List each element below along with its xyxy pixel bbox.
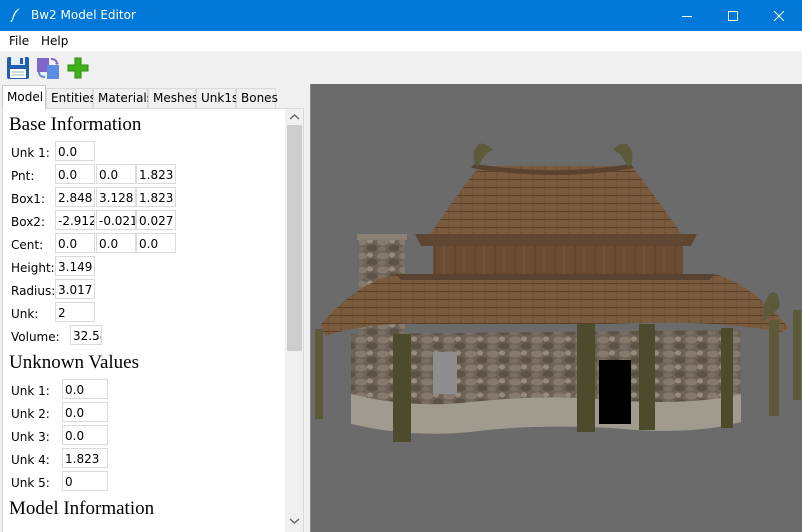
- tab-bones[interactable]: Bones: [236, 88, 278, 108]
- window-title: Bw2 Model Editor: [31, 8, 136, 22]
- menu-bar: File Help: [0, 31, 802, 51]
- model-properties-panel: Base Information Unk 1: 0.0 Pnt: 0.0 0.0…: [2, 108, 304, 532]
- unknown-unk2-field[interactable]: 0.0: [62, 402, 108, 422]
- title-bar: Bw2 Model Editor: [0, 0, 802, 31]
- box1-z-field[interactable]: 1.823: [136, 187, 176, 207]
- maximize-icon: [728, 10, 738, 21]
- save-icon[interactable]: [6, 56, 30, 80]
- unknown-unk5-field[interactable]: 0: [62, 471, 108, 491]
- pnt-z-field[interactable]: 1.823: [136, 164, 176, 184]
- section-unknown-values: Unknown Values: [9, 352, 140, 373]
- tab-meshes[interactable]: Meshes: [148, 88, 198, 108]
- convert-icon[interactable]: [36, 56, 60, 80]
- volume-field[interactable]: 32.58: [70, 325, 102, 345]
- maximize-button[interactable]: [710, 0, 756, 31]
- unknown-unk3-label: Unk 3:: [11, 430, 50, 444]
- close-button[interactable]: [756, 0, 802, 31]
- radius-field[interactable]: 3.017: [55, 279, 95, 299]
- box2-x-field[interactable]: -2.912: [55, 210, 95, 230]
- section-model-information: Model Information: [9, 498, 155, 519]
- unknown-unk3-field[interactable]: 0.0: [62, 425, 108, 445]
- unknown-unk1-field[interactable]: 0.0: [62, 379, 108, 399]
- box2-z-field[interactable]: 0.027: [136, 210, 176, 230]
- feather-icon: [10, 8, 20, 23]
- box2-y-field[interactable]: -0.021: [96, 210, 136, 230]
- tab-strip: Model Entities Materials Meshes Unk1s Bo…: [0, 84, 310, 109]
- pnt-x-field[interactable]: 0.0: [55, 164, 95, 184]
- unk1-field[interactable]: 0.0: [55, 141, 95, 161]
- scroll-down-icon[interactable]: [289, 517, 300, 525]
- radius-label: Radius:: [11, 284, 56, 298]
- scroll-up-icon[interactable]: [289, 113, 300, 121]
- cent-y-field[interactable]: 0.0: [96, 233, 136, 253]
- box1-y-field[interactable]: 3.128: [96, 187, 136, 207]
- house-model-render: [315, 143, 801, 442]
- cent-x-field[interactable]: 0.0: [55, 233, 95, 253]
- panel-scrollbar[interactable]: [285, 109, 303, 532]
- section-base-information: Base Information: [9, 114, 142, 135]
- toolbar: [0, 51, 802, 84]
- tab-materials[interactable]: Materials: [93, 88, 153, 108]
- unknown-unk5-label: Unk 5:: [11, 476, 50, 490]
- unk-field[interactable]: 2: [55, 302, 95, 322]
- unk1-label: Unk 1:: [11, 146, 50, 160]
- unknown-unk4-label: Unk 4:: [11, 453, 50, 467]
- add-icon[interactable]: [66, 56, 90, 80]
- height-field[interactable]: 3.149: [55, 256, 95, 276]
- tab-model[interactable]: Model: [2, 85, 46, 109]
- cent-label: Cent:: [11, 238, 44, 252]
- minimize-button[interactable]: [664, 0, 710, 31]
- unknown-unk1-label: Unk 1:: [11, 384, 50, 398]
- unk-label: Unk:: [11, 307, 39, 321]
- cent-z-field[interactable]: 0.0: [136, 233, 176, 253]
- menu-file[interactable]: File: [9, 34, 29, 48]
- tab-unk1s[interactable]: Unk1s: [196, 88, 238, 108]
- scrollbar-thumb[interactable]: [287, 125, 302, 351]
- pnt-y-field[interactable]: 0.0: [96, 164, 136, 184]
- menu-help[interactable]: Help: [41, 34, 68, 48]
- height-label: Height:: [11, 261, 55, 275]
- volume-label: Volume:: [11, 330, 60, 344]
- box1-x-field[interactable]: 2.848: [55, 187, 95, 207]
- model-3d-viewport[interactable]: [310, 84, 802, 532]
- tab-entities[interactable]: Entities: [46, 88, 96, 108]
- box1-label: Box1:: [11, 192, 45, 206]
- unknown-unk4-field[interactable]: 1.823: [62, 448, 108, 468]
- box2-label: Box2:: [11, 215, 45, 229]
- minimize-icon: [682, 15, 692, 17]
- pnt-label: Pnt:: [11, 169, 35, 183]
- unknown-unk2-label: Unk 2:: [11, 407, 50, 421]
- close-icon: [774, 10, 784, 21]
